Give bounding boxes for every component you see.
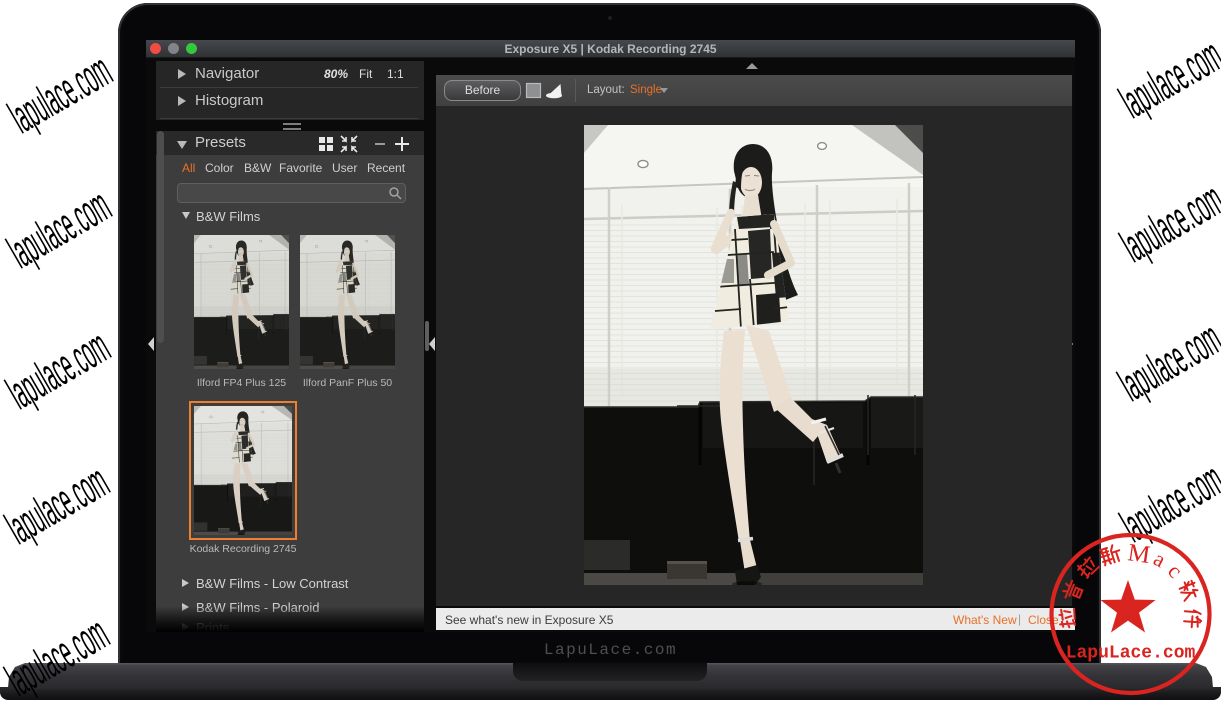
svg-text:c: c xyxy=(1163,558,1188,583)
svg-text:M: M xyxy=(1126,539,1152,569)
svg-text:a: a xyxy=(1150,546,1171,573)
svg-text:LapuLace.com: LapuLace.com xyxy=(1066,644,1196,664)
